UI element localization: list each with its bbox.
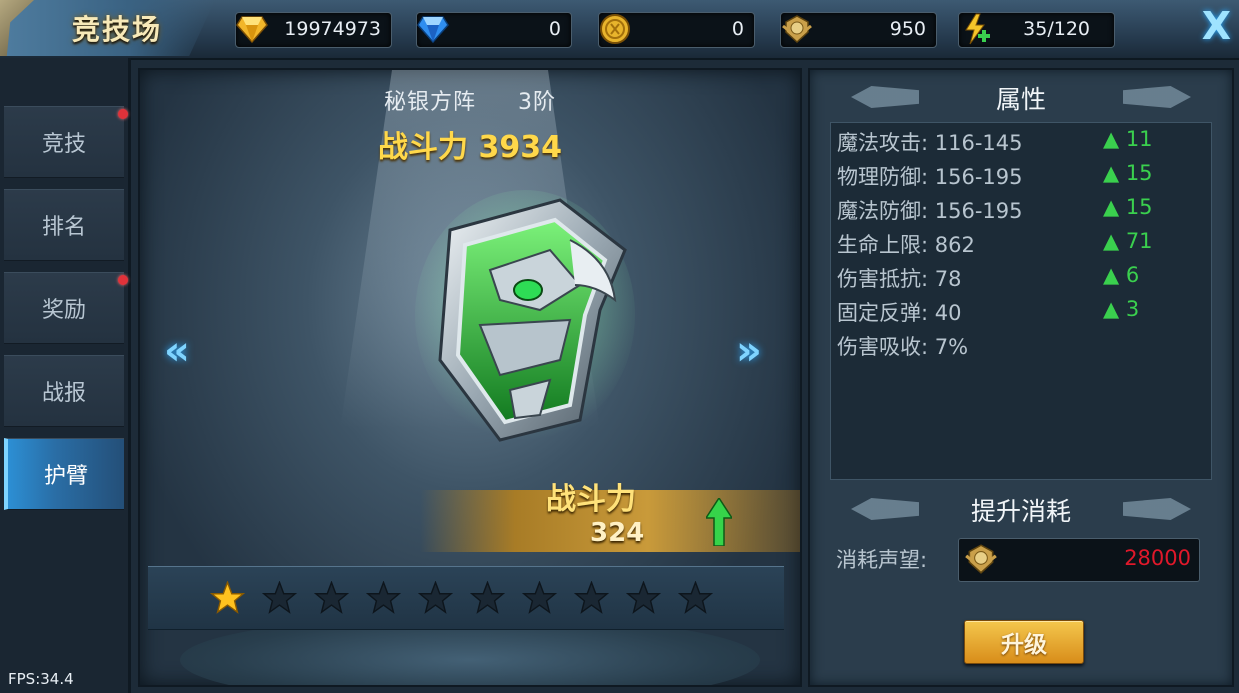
resource-honor: 950 <box>780 12 937 48</box>
honor-badge-icon <box>777 9 817 49</box>
attribute-increase: ▲ 15 <box>1103 195 1153 219</box>
power-gain-value: 324 <box>590 518 645 548</box>
star-empty-icon <box>417 580 454 614</box>
resource-stamina: 35/120 <box>958 12 1115 48</box>
sidebar: 竞技 排名 奖励 战报 护臂 <box>0 58 131 693</box>
attribute-increase: ▲ 15 <box>1103 161 1153 185</box>
tab-label: 竞技 <box>41 132 86 157</box>
stamina-value: 35/120 <box>1023 18 1090 40</box>
attributes-title: 属性 <box>995 85 1046 114</box>
star-empty-icon <box>677 580 714 614</box>
star-empty-icon <box>313 580 350 614</box>
item-name: 秘银方阵 <box>383 90 476 115</box>
star-rating <box>209 580 730 619</box>
honor-badge-icon <box>965 544 997 574</box>
attribute-row: 生命上限: 862 ▲ 71 <box>837 229 1207 259</box>
attribute-increase: ▲ 3 <box>1103 297 1140 321</box>
resource-gold-gem: 19974973 <box>235 12 392 48</box>
gold-gem-value: 19974973 <box>284 18 381 40</box>
star-empty-icon <box>625 580 662 614</box>
gold-coin-icon <box>595 9 635 49</box>
attribute-panel: 属性 魔法攻击: 116-145 ▲ 11 物理防御: 156-195 ▲ 15… <box>808 68 1234 687</box>
upgrade-button[interactable]: 升级 <box>964 620 1084 664</box>
attribute-name: 固定反弹: 40 <box>837 301 962 325</box>
attribute-increase: ▲ 71 <box>1103 229 1153 253</box>
cost-value: 28000 <box>1124 546 1191 570</box>
notification-dot <box>118 109 128 119</box>
star-empty-icon <box>261 580 298 614</box>
gold-gem-icon <box>232 9 272 49</box>
item-tier: 3阶 <box>518 90 556 115</box>
top-bar: 竞技场 19974973 0 0 950 35/120 X <box>0 0 1239 60</box>
power-gain-label: 战斗力 <box>546 482 636 517</box>
attributes-list: 魔法攻击: 116-145 ▲ 11 物理防御: 156-195 ▲ 15 魔法… <box>830 122 1212 480</box>
star-filled-icon <box>209 580 246 614</box>
upgrade-cost-title: 提升消耗 <box>970 497 1071 526</box>
honor-value: 950 <box>889 18 926 40</box>
attribute-row: 物理防御: 156-195 ▲ 15 <box>837 161 1207 191</box>
diamond-icon <box>413 9 453 49</box>
tab-label: 奖励 <box>41 298 86 323</box>
stamina-add-icon[interactable] <box>955 9 995 49</box>
power-label: 战斗力 <box>378 130 469 165</box>
diamond-value: 0 <box>548 18 561 40</box>
page-title: 竞技场 <box>72 13 163 46</box>
armguard-image <box>415 190 635 442</box>
up-arrow-icon <box>706 498 732 546</box>
star-empty-icon <box>469 580 506 614</box>
tab-label: 排名 <box>41 215 86 240</box>
cost-label: 消耗声望: <box>836 548 928 572</box>
attribute-row: 魔法防御: 156-195 ▲ 15 <box>837 195 1207 225</box>
tab-arena[interactable]: 竞技 <box>4 106 128 178</box>
tab-rewards[interactable]: 奖励 <box>4 272 128 344</box>
close-button[interactable]: X <box>1202 4 1231 48</box>
attribute-name: 伤害吸收: 7% <box>837 335 969 359</box>
star-empty-icon <box>573 580 610 614</box>
next-item-arrow[interactable]: » <box>736 328 762 374</box>
attribute-row: 固定反弹: 40 ▲ 3 <box>837 297 1207 327</box>
fps-counter: FPS:34.4 <box>8 670 74 688</box>
attribute-name: 物理防御: 156-195 <box>837 165 1023 189</box>
notification-dot <box>118 275 128 285</box>
attribute-increase: ▲ 11 <box>1103 127 1153 151</box>
tab-battle-report[interactable]: 战报 <box>4 355 124 427</box>
resource-diamond: 0 <box>416 12 572 48</box>
attribute-name: 魔法防御: 156-195 <box>837 199 1023 223</box>
gold-coin-value: 0 <box>731 18 744 40</box>
item-title: 秘银方阵 3阶 <box>140 84 800 116</box>
item-display-panel: 秘银方阵 3阶 战斗力 3934 « » 战斗力 324 <box>138 68 802 687</box>
tab-ranking[interactable]: 排名 <box>4 189 124 261</box>
attribute-row: 伤害吸收: 7% <box>837 331 1207 361</box>
tab-label: 护臂 <box>43 464 88 489</box>
cost-field: 28000 <box>958 538 1200 582</box>
star-rating-bar <box>148 566 784 630</box>
attribute-row: 魔法攻击: 116-145 ▲ 11 <box>837 127 1207 157</box>
resource-gold-coin: 0 <box>598 12 755 48</box>
star-empty-icon <box>365 580 402 614</box>
attribute-row: 伤害抵抗: 78 ▲ 6 <box>837 263 1207 293</box>
tab-label: 战报 <box>41 381 86 406</box>
tab-armguard[interactable]: 护臂 <box>4 438 124 510</box>
prev-item-arrow[interactable]: « <box>164 328 190 374</box>
star-empty-icon <box>521 580 558 614</box>
attribute-name: 生命上限: 862 <box>837 233 975 257</box>
item-power: 战斗力 3934 <box>140 122 800 166</box>
attribute-name: 伤害抵抗: 78 <box>837 267 962 291</box>
power-value: 3934 <box>478 130 562 165</box>
attribute-increase: ▲ 6 <box>1103 263 1140 287</box>
attribute-name: 魔法攻击: 116-145 <box>837 131 1023 155</box>
